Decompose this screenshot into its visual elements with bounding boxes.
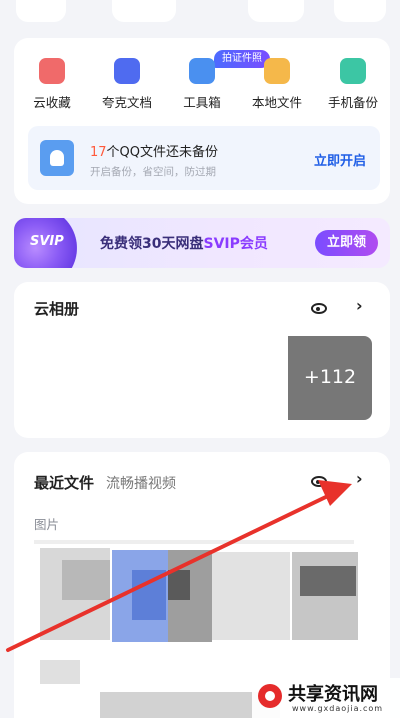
blurred-timestamp	[34, 540, 354, 544]
backup-count: 17	[90, 145, 107, 160]
thumbnail	[62, 560, 110, 600]
cloud-favorite-icon	[39, 58, 65, 84]
enable-backup-button[interactable]: 立即开启	[314, 150, 366, 169]
chevron-right-icon[interactable]: ›	[356, 296, 363, 315]
thumbnail[interactable]	[212, 552, 290, 640]
recent-files-title: 最近文件	[34, 474, 95, 492]
phone-backup-icon	[340, 58, 366, 84]
backup-subtitle: 开启备份，省空间，防过期	[90, 166, 216, 178]
watermark-url: www.gxdaojia.com	[292, 704, 384, 713]
eye-icon[interactable]	[311, 303, 327, 314]
top-card-fragment	[248, 0, 304, 22]
thumbnail	[300, 566, 356, 596]
shortcut-local-files[interactable]: 本地文件	[242, 58, 312, 111]
qq-file-icon	[40, 140, 74, 176]
watermark-text: 共享资讯网	[288, 684, 378, 705]
svip-promo-banner[interactable]: SVIP 免费领30天网盘SVIP会员 立即领	[14, 218, 390, 268]
backup-title-text: 个QQ文件还未备份	[106, 145, 219, 160]
shortcut-toolbox[interactable]: 工具箱	[167, 58, 237, 111]
site-watermark: 共享资讯网 www.gxdaojia.com	[252, 678, 400, 718]
recent-files-subtitle[interactable]: 流畅播视频	[106, 473, 176, 493]
shortcut-label: 本地文件	[251, 95, 302, 110]
thumbnail	[40, 660, 80, 684]
backup-title: 17个QQ文件还未备份	[90, 141, 218, 160]
eye-icon[interactable]	[311, 476, 327, 487]
thumbnail	[132, 570, 166, 620]
qq-backup-banner[interactable]: 17个QQ文件还未备份 开启备份，省空间，防过期 立即开启	[28, 126, 380, 190]
claim-svip-button[interactable]: 立即领	[314, 230, 378, 256]
svip-promo-text: 免费领30天网盘SVIP会员	[100, 236, 268, 252]
thumbnail	[168, 570, 190, 600]
album-title: 云相册	[34, 300, 80, 318]
top-card-fragment	[16, 0, 66, 22]
shortcut-phone-backup[interactable]: 手机备份	[318, 58, 388, 111]
shortcut-label: 云收藏	[33, 95, 71, 110]
album-more-count: +112	[303, 366, 357, 388]
top-card-fragment	[112, 0, 176, 22]
svip-logo: SVIP	[14, 218, 86, 268]
shortcut-label: 夸克文档	[101, 95, 152, 110]
chevron-right-icon[interactable]: ›	[356, 469, 363, 488]
quark-doc-icon	[114, 58, 140, 84]
album-more-tile[interactable]: +112	[288, 336, 372, 420]
shortcut-label: 手机备份	[327, 95, 378, 110]
shortcut-label: 工具箱	[183, 95, 221, 110]
pictures-label: 图片	[34, 517, 60, 532]
shortcut-quark-doc[interactable]: 夸克文档	[92, 58, 162, 111]
toolbox-icon	[189, 58, 215, 84]
top-card-fragment	[334, 0, 386, 22]
shortcut-cloud-favorite[interactable]: 云收藏	[17, 58, 87, 111]
folder-icon	[264, 58, 290, 84]
watermark-logo-icon	[258, 684, 282, 708]
